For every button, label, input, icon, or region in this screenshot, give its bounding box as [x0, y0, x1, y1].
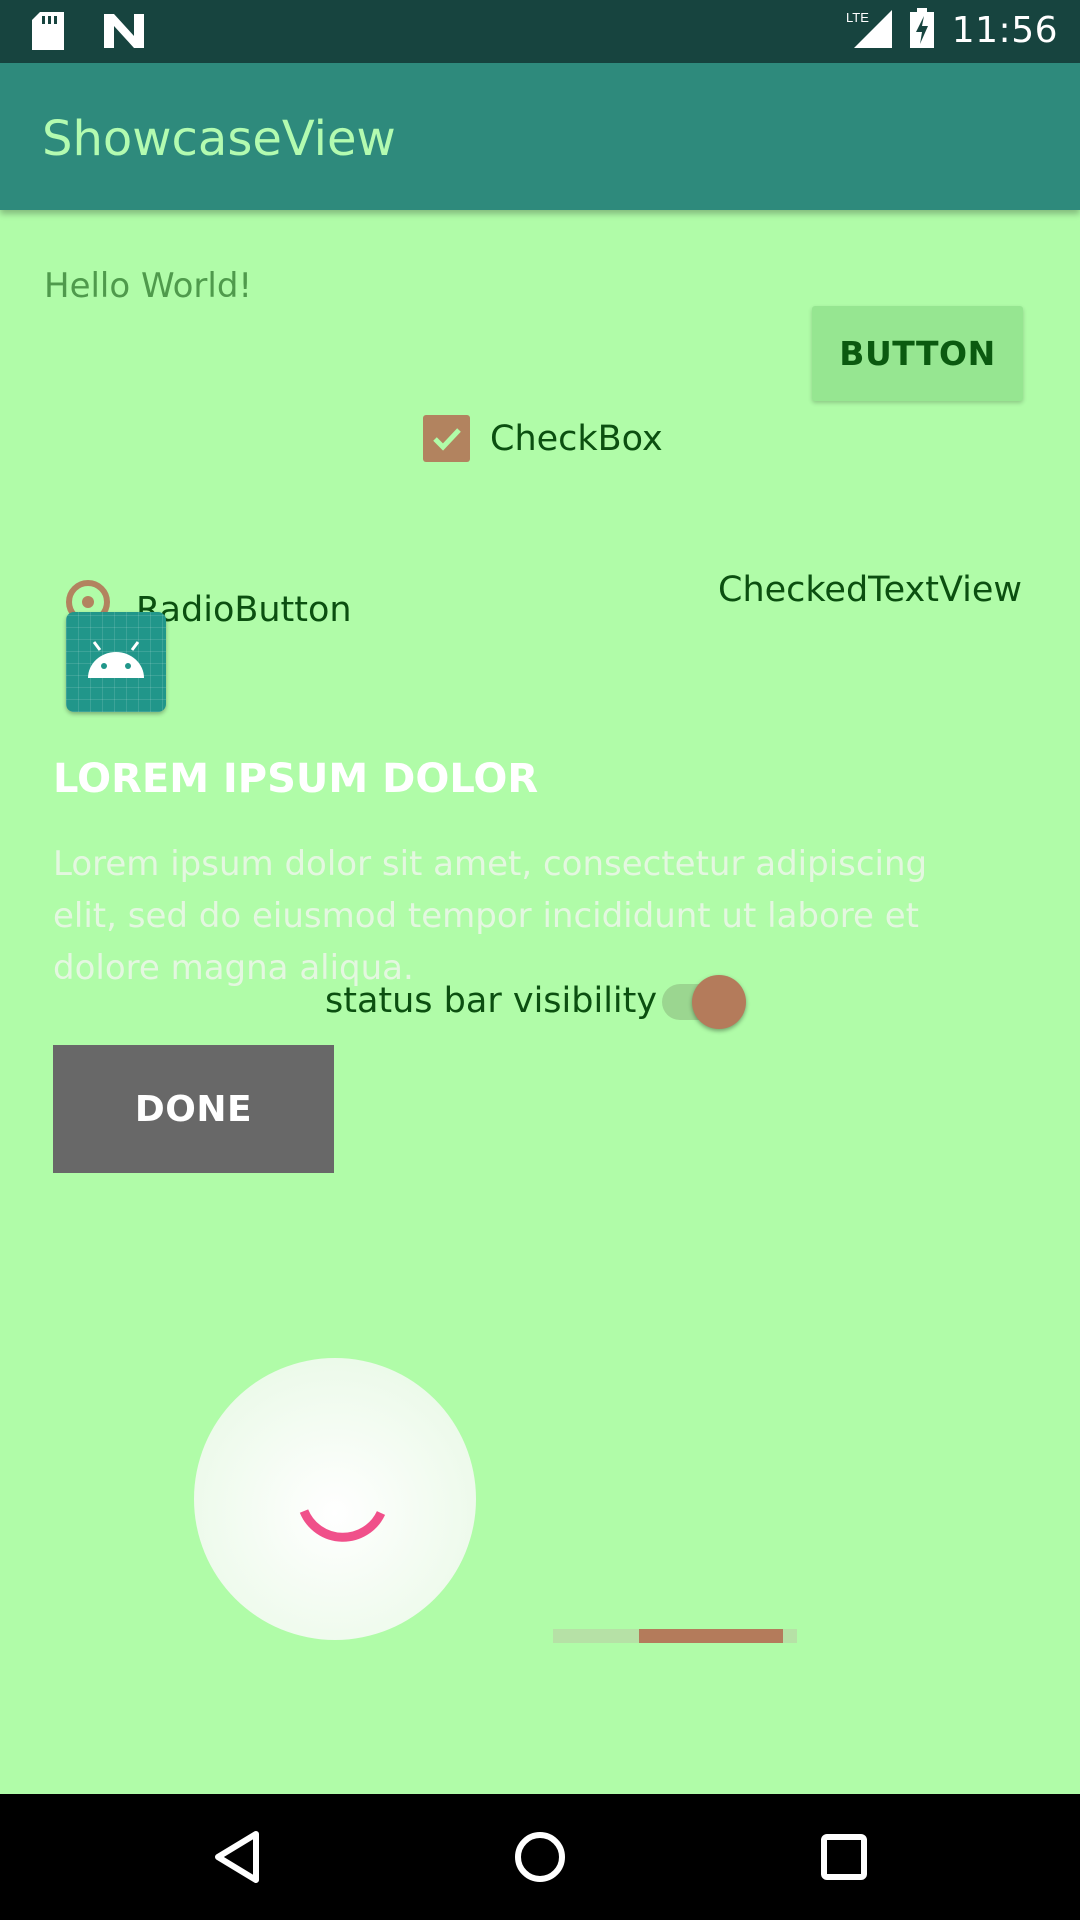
n-notification-icon: [104, 14, 144, 52]
switch-thumb[interactable]: [692, 975, 746, 1029]
checked-text-view[interactable]: CheckedTextView: [718, 570, 1022, 610]
navigation-bar: [0, 1794, 1080, 1920]
hello-text: Hello World!: [44, 266, 253, 306]
progress-spinner: [194, 1358, 476, 1640]
app-title: ShowcaseView: [42, 111, 396, 167]
home-icon: [515, 1832, 565, 1882]
checkbox-label: CheckBox: [490, 418, 663, 459]
radio-dot: [82, 596, 94, 608]
spinner-arc: [299, 1509, 386, 1542]
sd-card-icon: [32, 12, 64, 54]
showcase-title: LOREM IPSUM DOLOR: [53, 756, 539, 802]
back-button[interactable]: [192, 1814, 282, 1900]
android-icon: [66, 612, 166, 712]
home-button[interactable]: [495, 1814, 585, 1900]
recents-button[interactable]: [799, 1814, 889, 1900]
progress-bar: [553, 1629, 797, 1643]
done-button[interactable]: DONE: [53, 1045, 334, 1173]
recents-icon: [821, 1834, 867, 1880]
check-icon: [432, 427, 461, 451]
app-bar: ShowcaseView: [0, 63, 1080, 210]
status-time: 11:56: [951, 9, 1058, 51]
lte-label: LTE: [846, 10, 869, 25]
status-visibility-label: status bar visibility: [325, 981, 658, 1021]
checkbox[interactable]: CheckBox: [423, 415, 663, 462]
main-button[interactable]: BUTTON: [812, 306, 1023, 401]
status-bar: LTE 11:56: [0, 0, 1080, 63]
back-icon: [215, 1831, 259, 1883]
checkbox-box[interactable]: [423, 415, 470, 462]
lte-signal-icon: LTE: [846, 8, 892, 52]
showcase-body: Lorem ipsum dolor sit amet, consectetur …: [53, 844, 928, 988]
battery-charging-icon: [909, 8, 934, 52]
radio-label: RadioButton: [136, 590, 352, 630]
progress-bar-fill: [639, 1629, 783, 1643]
